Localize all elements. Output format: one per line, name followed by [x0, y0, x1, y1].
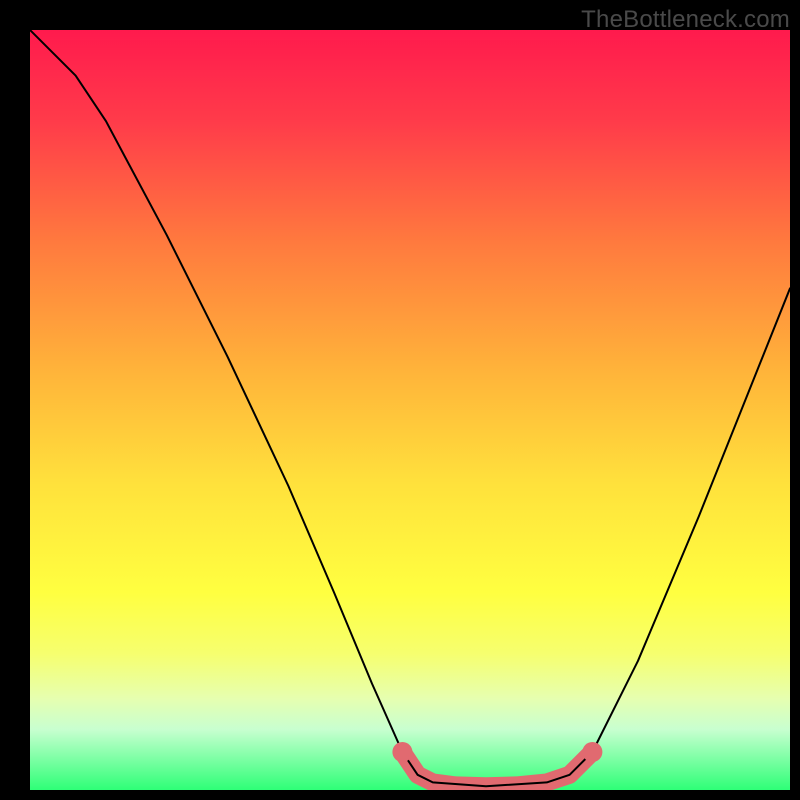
- plot-area: [30, 30, 790, 790]
- curve-layer: [30, 30, 790, 790]
- watermark-text: TheBottleneck.com: [581, 6, 790, 34]
- marker-endpoint-left: [392, 742, 412, 762]
- marker-endpoint-right: [582, 742, 602, 762]
- bottleneck-curve-path: [30, 30, 790, 786]
